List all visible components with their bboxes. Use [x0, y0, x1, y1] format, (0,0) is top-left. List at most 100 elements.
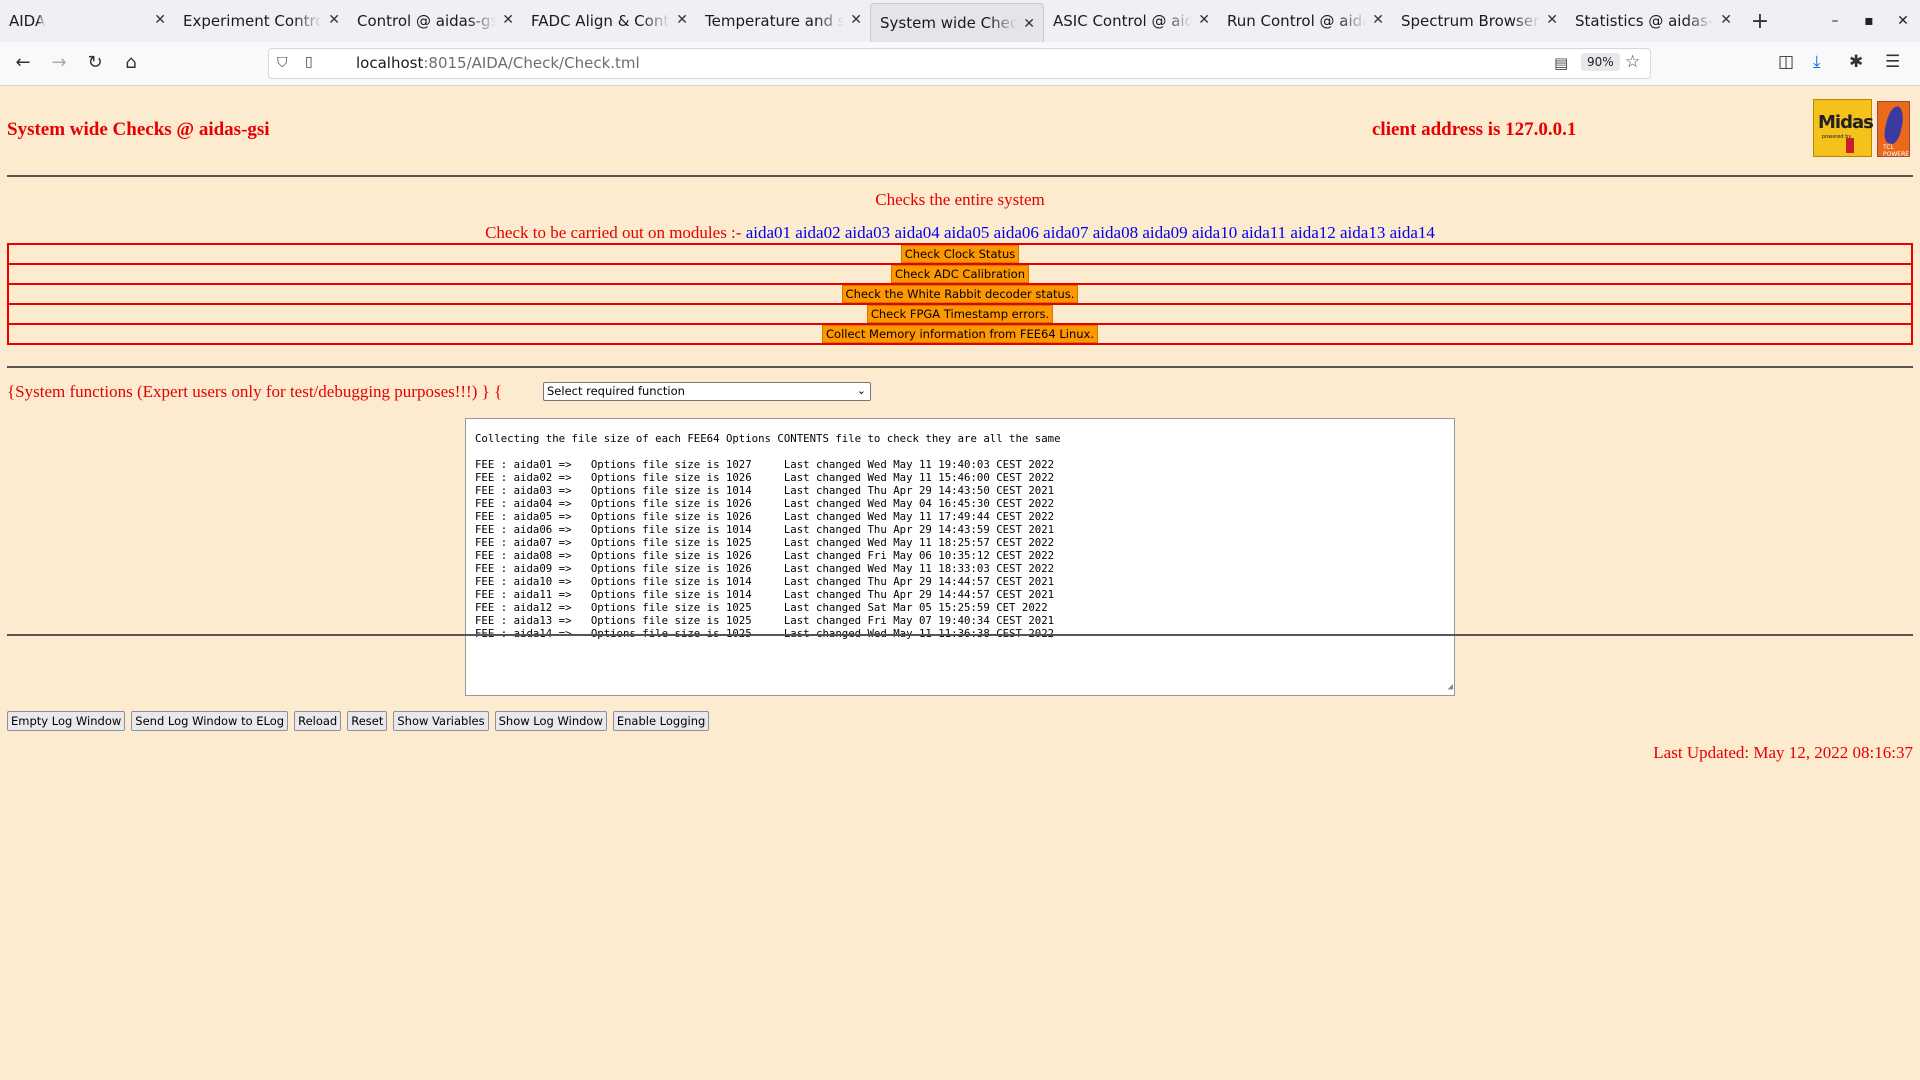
check-cell: Check the White Rabbit decoder status.	[7, 283, 1913, 305]
tab-close-icon[interactable]: ✕	[1372, 12, 1384, 28]
check-button[interactable]: Check FPGA Timestamp errors.	[866, 305, 1054, 323]
log-lines: FEE : aida01 => Options file size is 102…	[475, 458, 1054, 640]
empty-log-window-button[interactable]: Empty Log Window	[7, 711, 126, 731]
resize-handle-icon[interactable]: ◢	[1448, 681, 1453, 694]
log-line: FEE : aida07 => Options file size is 102…	[475, 536, 1055, 549]
page-icon[interactable]: ▯	[305, 54, 313, 70]
reload-button[interactable]: Reload	[294, 711, 342, 731]
browser-tab-label: FADC Align & Control	[531, 12, 670, 30]
browser-tab[interactable]: System wide Checks @ aidas-gsi ✕	[870, 3, 1044, 42]
log-window[interactable]: Collecting the file size of each FEE64 O…	[465, 418, 1455, 696]
browser-tab-label: Run Control @ aidas-gsi	[1227, 12, 1366, 30]
check-row: Check ADC Calibration	[7, 263, 1913, 285]
tab-close-icon[interactable]: ✕	[1023, 16, 1035, 32]
url-bar[interactable]: ⛉ ▯ localhost:8015/AIDA/Check/Check.tml …	[268, 48, 1651, 79]
module-link[interactable]: aida09	[1142, 223, 1187, 242]
log-line: FEE : aida13 => Options file size is 102…	[475, 614, 1055, 627]
menu-icon[interactable]: ☰	[1885, 52, 1900, 72]
check-buttons-table: Check Clock Status Check ADC Calibration C…	[7, 243, 1913, 345]
browser-tab-bar: AIDA✕Experiment Control @ aidas-gsi✕Cont…	[0, 0, 1920, 42]
browser-tab[interactable]: Run Control @ aidas-gsi ✕	[1218, 0, 1392, 42]
new-tab-plus-icon[interactable]: +	[1740, 0, 1780, 42]
check-row: Check FPGA Timestamp errors.	[7, 303, 1913, 325]
page-title: System wide Checks @ aidas-gsi	[7, 119, 270, 140]
reload-icon[interactable]: ↻	[83, 51, 107, 75]
browser-tab[interactable]: AIDA ✕	[0, 0, 174, 42]
log-line: FEE : aida08 => Options file size is 102…	[475, 549, 1055, 562]
close-window-icon[interactable]: ✕	[1886, 13, 1920, 29]
zoom-level[interactable]: 90%	[1581, 53, 1620, 71]
browser-tab-label: Experiment Control @ aidas-gsi	[183, 12, 322, 30]
browser-nav-bar: ← → ↻ ⌂ ⛉ ▯ localhost:8015/AIDA/Check/Ch…	[0, 42, 1920, 86]
tab-close-icon[interactable]: ✕	[154, 12, 166, 28]
browser-tab[interactable]: Control @ aidas-gsi ✕	[348, 0, 522, 42]
module-link[interactable]: aida02	[795, 223, 840, 242]
tab-close-icon[interactable]: ✕	[1198, 12, 1210, 28]
log-line: FEE : aida04 => Options file size is 102…	[475, 497, 1055, 510]
tcl-logo: TCL POWERED	[1877, 101, 1910, 157]
browser-tab[interactable]: Statistics @ aidas-gsi ✕	[1566, 0, 1740, 42]
checks-description: Checks the entire system	[875, 190, 1045, 209]
forward-arrow-icon[interactable]: →	[47, 51, 71, 75]
url-path: :8015/AIDA/Check/Check.tml	[423, 54, 640, 72]
tab-close-icon[interactable]: ✕	[1546, 12, 1558, 28]
browser-tab-label: Control @ aidas-gsi	[357, 12, 496, 30]
module-link[interactable]: aida13	[1340, 223, 1385, 242]
reader-view-icon[interactable]: ▤	[1554, 54, 1568, 72]
maximize-icon[interactable]: ▪	[1852, 13, 1886, 29]
module-link[interactable]: aida06	[994, 223, 1039, 242]
check-button[interactable]: Check Clock Status	[900, 245, 1020, 263]
log-line: FEE : aida05 => Options file size is 102…	[475, 510, 1055, 523]
modules-prefix: Check to be carried out on modules :-	[485, 223, 746, 242]
log-line: FEE : aida02 => Options file size is 102…	[475, 471, 1055, 484]
module-link[interactable]: aida11	[1241, 223, 1286, 242]
enable-logging-button[interactable]: Enable Logging	[612, 711, 710, 731]
module-link[interactable]: aida12	[1290, 223, 1335, 242]
url-text[interactable]: localhost:8015/AIDA/Check/Check.tml	[356, 54, 640, 72]
pocket-icon[interactable]: ◫	[1778, 52, 1794, 72]
browser-tab[interactable]: ASIC Control @ aidas-gsi ✕	[1044, 0, 1218, 42]
check-button[interactable]: Check ADC Calibration	[890, 265, 1029, 283]
send-log-window-to-elog-button[interactable]: Send Log Window to ELog	[131, 711, 289, 731]
extensions-icon[interactable]: ✱	[1849, 52, 1863, 72]
module-link[interactable]: aida04	[894, 223, 939, 242]
tab-close-icon[interactable]: ✕	[1720, 12, 1732, 28]
log-line: FEE : aida03 => Options file size is 101…	[475, 484, 1055, 497]
check-row: Check Clock Status	[7, 243, 1913, 265]
module-link[interactable]: aida03	[845, 223, 890, 242]
divider-middle	[7, 366, 1913, 368]
system-function-select[interactable]: Select required function ⌄	[543, 382, 871, 401]
home-icon[interactable]: ⌂	[119, 51, 143, 75]
tab-close-icon[interactable]: ✕	[676, 12, 688, 28]
log-header: Collecting the file size of each FEE64 O…	[475, 432, 1061, 445]
log-line: FEE : aida10 => Options file size is 101…	[475, 575, 1055, 588]
browser-tab[interactable]: FADC Align & Control ✕	[522, 0, 696, 42]
tab-close-icon[interactable]: ✕	[850, 12, 862, 28]
log-line: FEE : aida06 => Options file size is 101…	[475, 523, 1055, 536]
shield-icon[interactable]: ⛉	[277, 55, 288, 71]
check-cell: Check Clock Status	[7, 243, 1913, 265]
browser-tab[interactable]: Temperature and status ✕	[696, 0, 870, 42]
show-log-window-button[interactable]: Show Log Window	[494, 711, 607, 731]
minimize-icon[interactable]: –	[1818, 13, 1852, 29]
check-button[interactable]: Collect Memory information from FEE64 Li…	[822, 325, 1098, 343]
tab-close-icon[interactable]: ✕	[502, 12, 514, 28]
download-icon[interactable]: ⤓	[1813, 52, 1821, 72]
back-arrow-icon[interactable]: ←	[11, 51, 35, 75]
module-link[interactable]: aida05	[944, 223, 989, 242]
show-variables-button[interactable]: Show Variables	[393, 711, 489, 731]
module-link[interactable]: aida08	[1093, 223, 1138, 242]
module-link[interactable]: aida10	[1192, 223, 1237, 242]
module-link[interactable]: aida14	[1390, 223, 1435, 242]
browser-tab[interactable]: Spectrum Browser @ aidas-gsi ✕	[1392, 0, 1566, 42]
bookmark-star-icon[interactable]: ☆	[1625, 52, 1640, 72]
reset-button[interactable]: Reset	[347, 711, 388, 731]
check-button[interactable]: Check the White Rabbit decoder status.	[841, 285, 1079, 303]
module-link[interactable]: aida01	[746, 223, 791, 242]
tab-close-icon[interactable]: ✕	[328, 12, 340, 28]
module-link[interactable]: aida07	[1043, 223, 1088, 242]
log-line: FEE : aida01 => Options file size is 102…	[475, 458, 1055, 471]
system-functions-label: {System functions (Expert users only for…	[7, 382, 503, 401]
check-cell: Check ADC Calibration	[7, 263, 1913, 285]
browser-tab[interactable]: Experiment Control @ aidas-gsi ✕	[174, 0, 348, 42]
